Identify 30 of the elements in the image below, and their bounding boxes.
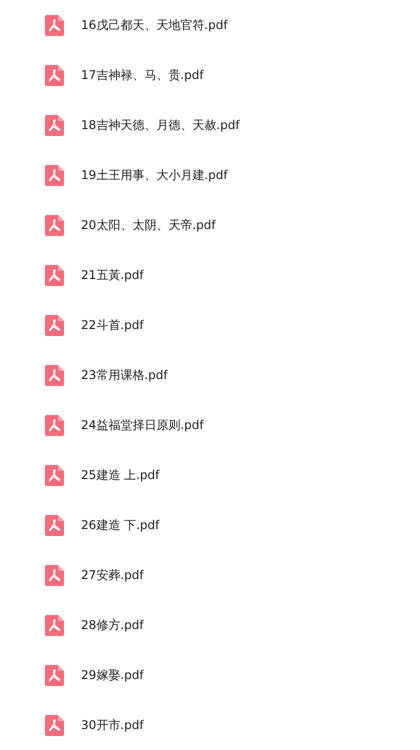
file-name[interactable]: 29嫁娶.pdf	[81, 666, 144, 684]
pdf-file-icon	[45, 164, 64, 186]
file-name[interactable]: 17吉神禄、马、贵.pdf	[81, 66, 204, 84]
file-name[interactable]: 23常用课格.pdf	[81, 366, 168, 384]
pdf-file-icon	[45, 614, 64, 636]
pdf-file-icon	[45, 214, 64, 236]
pdf-file-icon	[45, 64, 64, 86]
pdf-file-icon	[45, 364, 64, 386]
file-name[interactable]: 27安葬.pdf	[81, 566, 144, 584]
file-name[interactable]: 28修方.pdf	[81, 616, 144, 634]
file-name[interactable]: 24益福堂择日原则.pdf	[81, 416, 204, 434]
file-name[interactable]: 25建造 上.pdf	[81, 466, 160, 484]
pdf-file-icon	[45, 664, 64, 686]
pdf-file-icon	[45, 414, 64, 436]
file-name[interactable]: 19土王用事、大小月建.pdf	[81, 166, 228, 184]
pdf-file-icon	[45, 464, 64, 486]
file-name[interactable]: 30开市.pdf	[81, 716, 144, 734]
pdf-file-icon	[45, 264, 64, 286]
file-name[interactable]: 21五黃.pdf	[81, 266, 144, 284]
file-name[interactable]: 20太阳、太阴、天帝.pdf	[81, 216, 216, 234]
pdf-file-icon	[45, 564, 64, 586]
file-name[interactable]: 18吉神天德、月德、天赦.pdf	[81, 116, 240, 134]
pdf-file-icon	[45, 714, 64, 736]
pdf-file-icon	[45, 114, 64, 136]
file-name[interactable]: 16戊己都天、天地官符.pdf	[81, 16, 228, 34]
file-name[interactable]: 26建造 下.pdf	[81, 516, 160, 534]
pdf-file-icon	[45, 314, 64, 336]
pdf-file-icon	[45, 514, 64, 536]
pdf-file-icon	[45, 14, 64, 36]
file-name[interactable]: 22斗首.pdf	[81, 316, 144, 334]
